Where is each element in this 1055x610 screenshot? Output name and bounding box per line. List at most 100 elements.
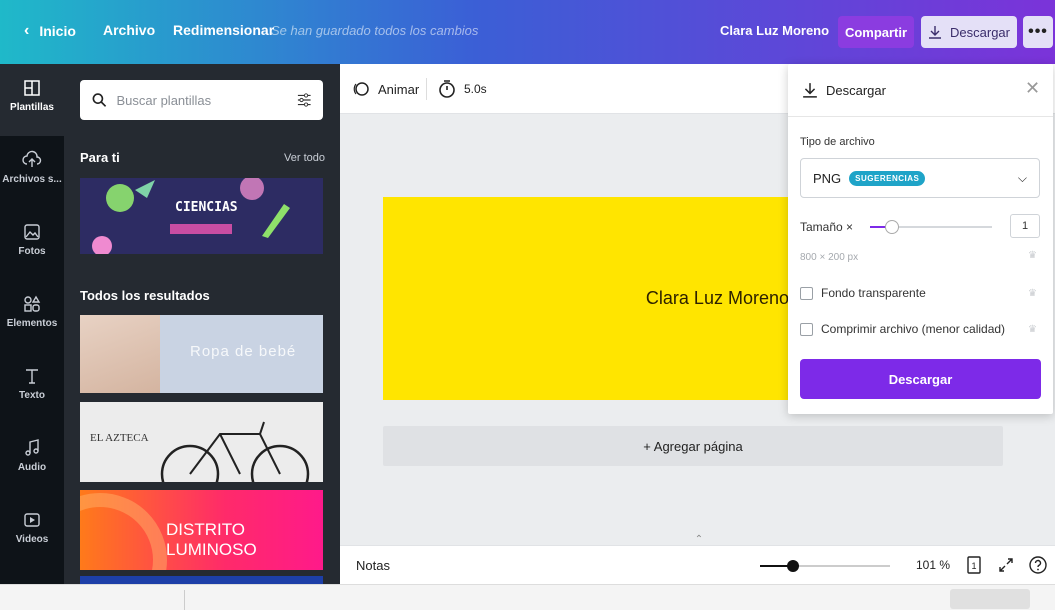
compress-label: Comprimir archivo (menor calidad) (821, 322, 1006, 336)
template-ropa-bebe[interactable]: Ropa de bebé (80, 315, 323, 393)
baby-photo (80, 315, 160, 393)
canvas-text[interactable]: Clara Luz Moreno (646, 288, 789, 309)
search-icon (92, 93, 107, 107)
animate-button[interactable]: Animar (352, 80, 419, 98)
save-status: Se han guardado todos los cambios (271, 23, 479, 38)
download-icon (803, 83, 817, 98)
file-type-select[interactable]: PNG SUGERENCIAS ⌵ (800, 158, 1040, 198)
transparent-bg-checkbox[interactable] (800, 286, 813, 300)
dimensions-text: 800 × 200 px (800, 252, 859, 263)
file-type-value: PNG (813, 170, 842, 186)
upload-icon (22, 150, 42, 167)
divider (788, 116, 1053, 117)
size-label: Tamaño × (800, 220, 854, 234)
editor-bottom-bar: Notas 101 % 1 (340, 545, 1055, 584)
size-input[interactable]: 1 (1010, 214, 1040, 238)
zoom-slider-handle[interactable] (786, 560, 799, 572)
fullscreen-icon[interactable] (996, 555, 1016, 575)
rail-label: Texto (19, 390, 45, 401)
for-you-heading: Para ti (80, 150, 120, 165)
more-options-button[interactable]: ••• (1023, 16, 1053, 48)
el-azteca-title: EL AZTECA (90, 432, 149, 444)
compress-option[interactable]: Comprimir archivo (menor calidad) (800, 322, 1005, 336)
template-next-preview[interactable] (80, 576, 323, 584)
duration-value: 5.0s (464, 82, 487, 96)
home-button[interactable]: ‹ Inicio (24, 22, 76, 40)
duration-button[interactable]: 5.0s (438, 79, 487, 99)
template-ciencias[interactable]: CIENCIAS (80, 178, 323, 254)
all-results-heading: Todos los resultados (80, 288, 210, 303)
distrito-title: DISTRITO LUMINOSO (166, 520, 257, 559)
download-dropdown: Descargar ✕ Tipo de archivo PNG SUGERENC… (788, 64, 1053, 414)
rail-item-text[interactable]: Texto (0, 352, 64, 424)
notes-button[interactable]: Notas (356, 558, 390, 573)
transparent-bg-option[interactable]: Fondo transparente (800, 286, 926, 300)
ropa-bebe-title: Ropa de bebé (190, 343, 297, 360)
crown-icon: ♛ (1028, 324, 1037, 335)
templates-panel: Para ti Ver todo CIENCIAS › Todos los re… (64, 64, 340, 584)
close-icon[interactable]: ✕ (1025, 78, 1040, 99)
top-bar: ‹ Inicio Archivo Redimensionar Se han gu… (0, 0, 1055, 64)
side-rail: Plantillas Archivos s... Fotos Elementos… (0, 64, 64, 584)
see-all-link[interactable]: Ver todo (284, 152, 325, 164)
zoom-slider[interactable] (760, 560, 890, 572)
footer-tab[interactable] (10, 590, 185, 610)
compress-checkbox[interactable] (800, 322, 813, 336)
toolbar-divider (426, 78, 427, 100)
timer-icon (439, 80, 455, 98)
animate-icon (353, 82, 369, 96)
rail-label: Elementos (6, 318, 58, 329)
text-icon (26, 369, 38, 384)
add-page-button[interactable]: + Agregar página (383, 426, 1003, 466)
bottom-strip (0, 584, 1055, 610)
crown-icon: ♛ (1028, 288, 1037, 299)
file-menu[interactable]: Archivo (103, 22, 155, 38)
chevron-left-icon: ‹ (24, 22, 30, 39)
photo-icon (24, 224, 40, 240)
template-el-azteca[interactable]: EL AZTECA (80, 402, 323, 482)
shapes-icon (24, 295, 41, 312)
rail-item-templates[interactable]: Plantillas (0, 64, 64, 136)
size-slider[interactable] (870, 220, 992, 234)
template-icon (24, 80, 40, 96)
page-count-icon[interactable]: 1 (964, 555, 984, 575)
zoom-value[interactable]: 101 % (916, 558, 950, 572)
search-input[interactable] (116, 92, 287, 108)
ciencias-title: CIENCIAS (175, 200, 238, 215)
user-name[interactable]: Clara Luz Moreno (720, 23, 829, 38)
download-label: Descargar (950, 24, 1010, 40)
video-icon (24, 513, 40, 527)
rail-item-elements[interactable]: Elementos (0, 280, 64, 352)
size-slider-handle[interactable] (884, 220, 899, 234)
download-submit-button[interactable]: Descargar (800, 359, 1041, 399)
svg-text:1: 1 (971, 561, 976, 571)
download-button[interactable]: Descargar (921, 16, 1017, 48)
rail-item-photos[interactable]: Fotos (0, 208, 64, 280)
share-button[interactable]: Compartir (838, 16, 914, 48)
home-label: Inicio (39, 23, 76, 39)
rail-item-audio[interactable]: Audio (0, 424, 64, 496)
download-header: Descargar (802, 82, 886, 98)
crown-icon: ♛ (1028, 250, 1037, 261)
download-title: Descargar (826, 82, 886, 98)
filter-icon[interactable] (297, 92, 312, 108)
rail-label: Fotos (18, 246, 46, 257)
ciencias-artwork (92, 178, 290, 254)
template-distrito-luminoso[interactable]: DISTRITO LUMINOSO (80, 490, 323, 570)
rail-label: Archivos s... (2, 174, 62, 185)
search-box[interactable] (80, 80, 323, 120)
transparent-bg-label: Fondo transparente (821, 286, 926, 300)
resize-menu[interactable]: Redimensionar (173, 22, 274, 38)
rail-label: Audio (17, 462, 47, 473)
rail-label: Plantillas (10, 102, 54, 113)
download-icon (929, 26, 942, 39)
footer-button[interactable] (950, 589, 1030, 609)
suggestion-badge: SUGERENCIAS (849, 170, 926, 186)
rail-item-videos[interactable]: Videos (0, 496, 64, 568)
rail-label: Videos (15, 534, 49, 545)
rail-item-uploads[interactable]: Archivos s... (0, 136, 64, 208)
animate-label: Animar (378, 81, 420, 97)
file-type-label: Tipo de archivo (800, 136, 875, 148)
help-icon[interactable] (1028, 555, 1048, 575)
music-icon (25, 439, 39, 456)
